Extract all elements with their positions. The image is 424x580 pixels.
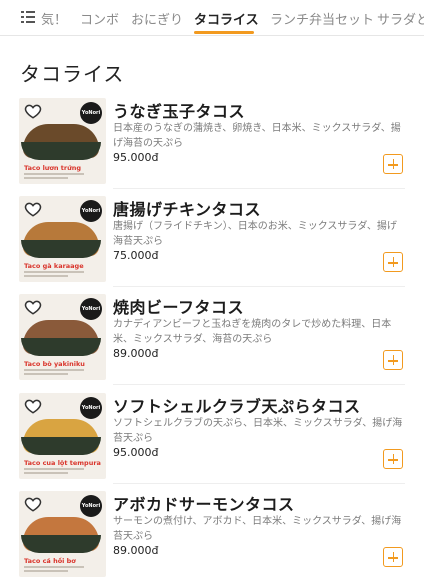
plus-icon-stroke (392, 454, 394, 464)
heart-outline-icon[interactable] (24, 397, 42, 415)
product-name[interactable]: 焼肉ビーフタコス (113, 294, 244, 318)
product-description: サーモンの煮付け、アボカド、日本米、ミックスサラダ、揚げ海苔天ぷら (113, 516, 402, 542)
product-image[interactable]: YoNori Taco cua lột tempura (19, 393, 106, 479)
image-caption: Taco lươn trứng (24, 164, 81, 172)
plus-icon-stroke (392, 257, 394, 267)
divider (113, 188, 405, 189)
divider (113, 384, 405, 385)
image-caption: Taco gà karaage (24, 262, 84, 270)
caption-line (24, 566, 84, 568)
product-price: 75.000đ (113, 249, 159, 262)
caption-line (24, 369, 84, 371)
brand-logo: YoNori (80, 200, 102, 222)
heart-outline-icon[interactable] (24, 102, 42, 120)
product-name[interactable]: うなぎ玉子タコス (113, 98, 245, 122)
tab-salad[interactable]: サラダと (377, 9, 424, 28)
caption-line (24, 271, 84, 273)
add-to-cart-button[interactable] (383, 449, 403, 469)
divider (113, 483, 405, 484)
brand-logo: YoNori (80, 397, 102, 419)
heart-outline-icon[interactable] (24, 495, 42, 513)
tab-combo[interactable]: コンボ (80, 9, 119, 28)
product-description: 日本産のうなぎの蒲焼き、卵焼き、日本米、ミックスサラダ、揚げ海苔の天ぷら (113, 123, 401, 149)
product-image[interactable]: YoNori Taco bò yakiniku (19, 294, 106, 380)
product-image[interactable]: YoNori Taco gà karaage (19, 196, 106, 282)
plus-icon-stroke (392, 159, 394, 169)
product-item[interactable]: YoNori Taco cá hồi bơ アボカドサーモンタコス サーモンの煮… (0, 491, 424, 580)
brand-logo: YoNori (80, 495, 102, 517)
taco-shell (21, 142, 101, 160)
product-description: 唐揚げ（フライドチキン）、日本のお米、ミックスサラダ、揚げ海苔天ぷら (113, 221, 397, 247)
product-image[interactable]: YoNori Taco lươn trứng (19, 98, 106, 184)
image-caption: Taco bò yakiniku (24, 360, 85, 368)
taco-shell (21, 437, 101, 455)
product-name[interactable]: アボカドサーモンタコス (113, 491, 295, 515)
add-to-cart-button[interactable] (383, 350, 403, 370)
caption-line (24, 468, 84, 470)
active-tab-indicator (194, 31, 254, 34)
taco-shell (21, 338, 101, 356)
taco-shell (21, 535, 101, 553)
image-caption: Taco cua lột tempura (24, 459, 101, 467)
add-to-cart-button[interactable] (383, 252, 403, 272)
add-to-cart-button[interactable] (383, 547, 403, 567)
product-item[interactable]: YoNori Taco gà karaage 唐揚げチキンタコス 唐揚げ（フライ… (0, 196, 424, 292)
product-description: カナディアンビーフと玉ねぎを焼肉のタレで炒めた料理、日本米、ミックスサラダ、海苔… (113, 319, 392, 345)
tab-lunch-bento-set[interactable]: ランチ弁当セット (270, 9, 374, 28)
caption-line (24, 570, 68, 572)
heart-outline-icon[interactable] (24, 298, 42, 316)
caption-line (24, 177, 68, 179)
tab-onigiri[interactable]: おにぎり (131, 9, 183, 28)
product-price: 89.000đ (113, 544, 159, 557)
product-price: 95.000đ (113, 446, 159, 459)
caption-line (24, 275, 68, 277)
brand-logo: YoNori (80, 298, 102, 320)
product-item[interactable]: YoNori Taco cua lột tempura ソフトシェルクラブ天ぷら… (0, 393, 424, 489)
plus-icon-stroke (392, 355, 394, 365)
taco-shell (21, 240, 101, 258)
add-to-cart-button[interactable] (383, 154, 403, 174)
caption-line (24, 472, 68, 474)
divider (113, 286, 405, 287)
heart-outline-icon[interactable] (24, 200, 42, 218)
category-tabbar: 気！ コンボ おにぎり タコライス ランチ弁当セット サラダと (0, 0, 424, 36)
image-caption: Taco cá hồi bơ (24, 557, 76, 565)
product-price: 95.000đ (113, 151, 159, 164)
tab-taco-rice[interactable]: タコライス (194, 9, 259, 28)
product-name[interactable]: 唐揚げチキンタコス (113, 196, 261, 220)
section-title: タコライス (20, 62, 125, 86)
product-price: 89.000đ (113, 347, 159, 360)
tab-0[interactable]: 気！ (41, 9, 67, 28)
caption-line (24, 173, 84, 175)
product-image[interactable]: YoNori Taco cá hồi bơ (19, 491, 106, 577)
caption-line (24, 373, 68, 375)
plus-icon-stroke (392, 552, 394, 562)
product-name[interactable]: ソフトシェルクラブ天ぷらタコス (113, 393, 361, 417)
product-description: ソフトシェルクラブの天ぷら、日本米、ミックスサラダ、揚げ海苔天ぷら (113, 418, 403, 444)
product-item[interactable]: YoNori Taco bò yakiniku 焼肉ビーフタコス カナディアンビ… (0, 294, 424, 390)
menu-list-icon[interactable] (21, 11, 35, 23)
product-item[interactable]: YoNori Taco lươn trứng うなぎ玉子タコス 日本産のうなぎの… (0, 98, 424, 194)
brand-logo: YoNori (80, 102, 102, 124)
